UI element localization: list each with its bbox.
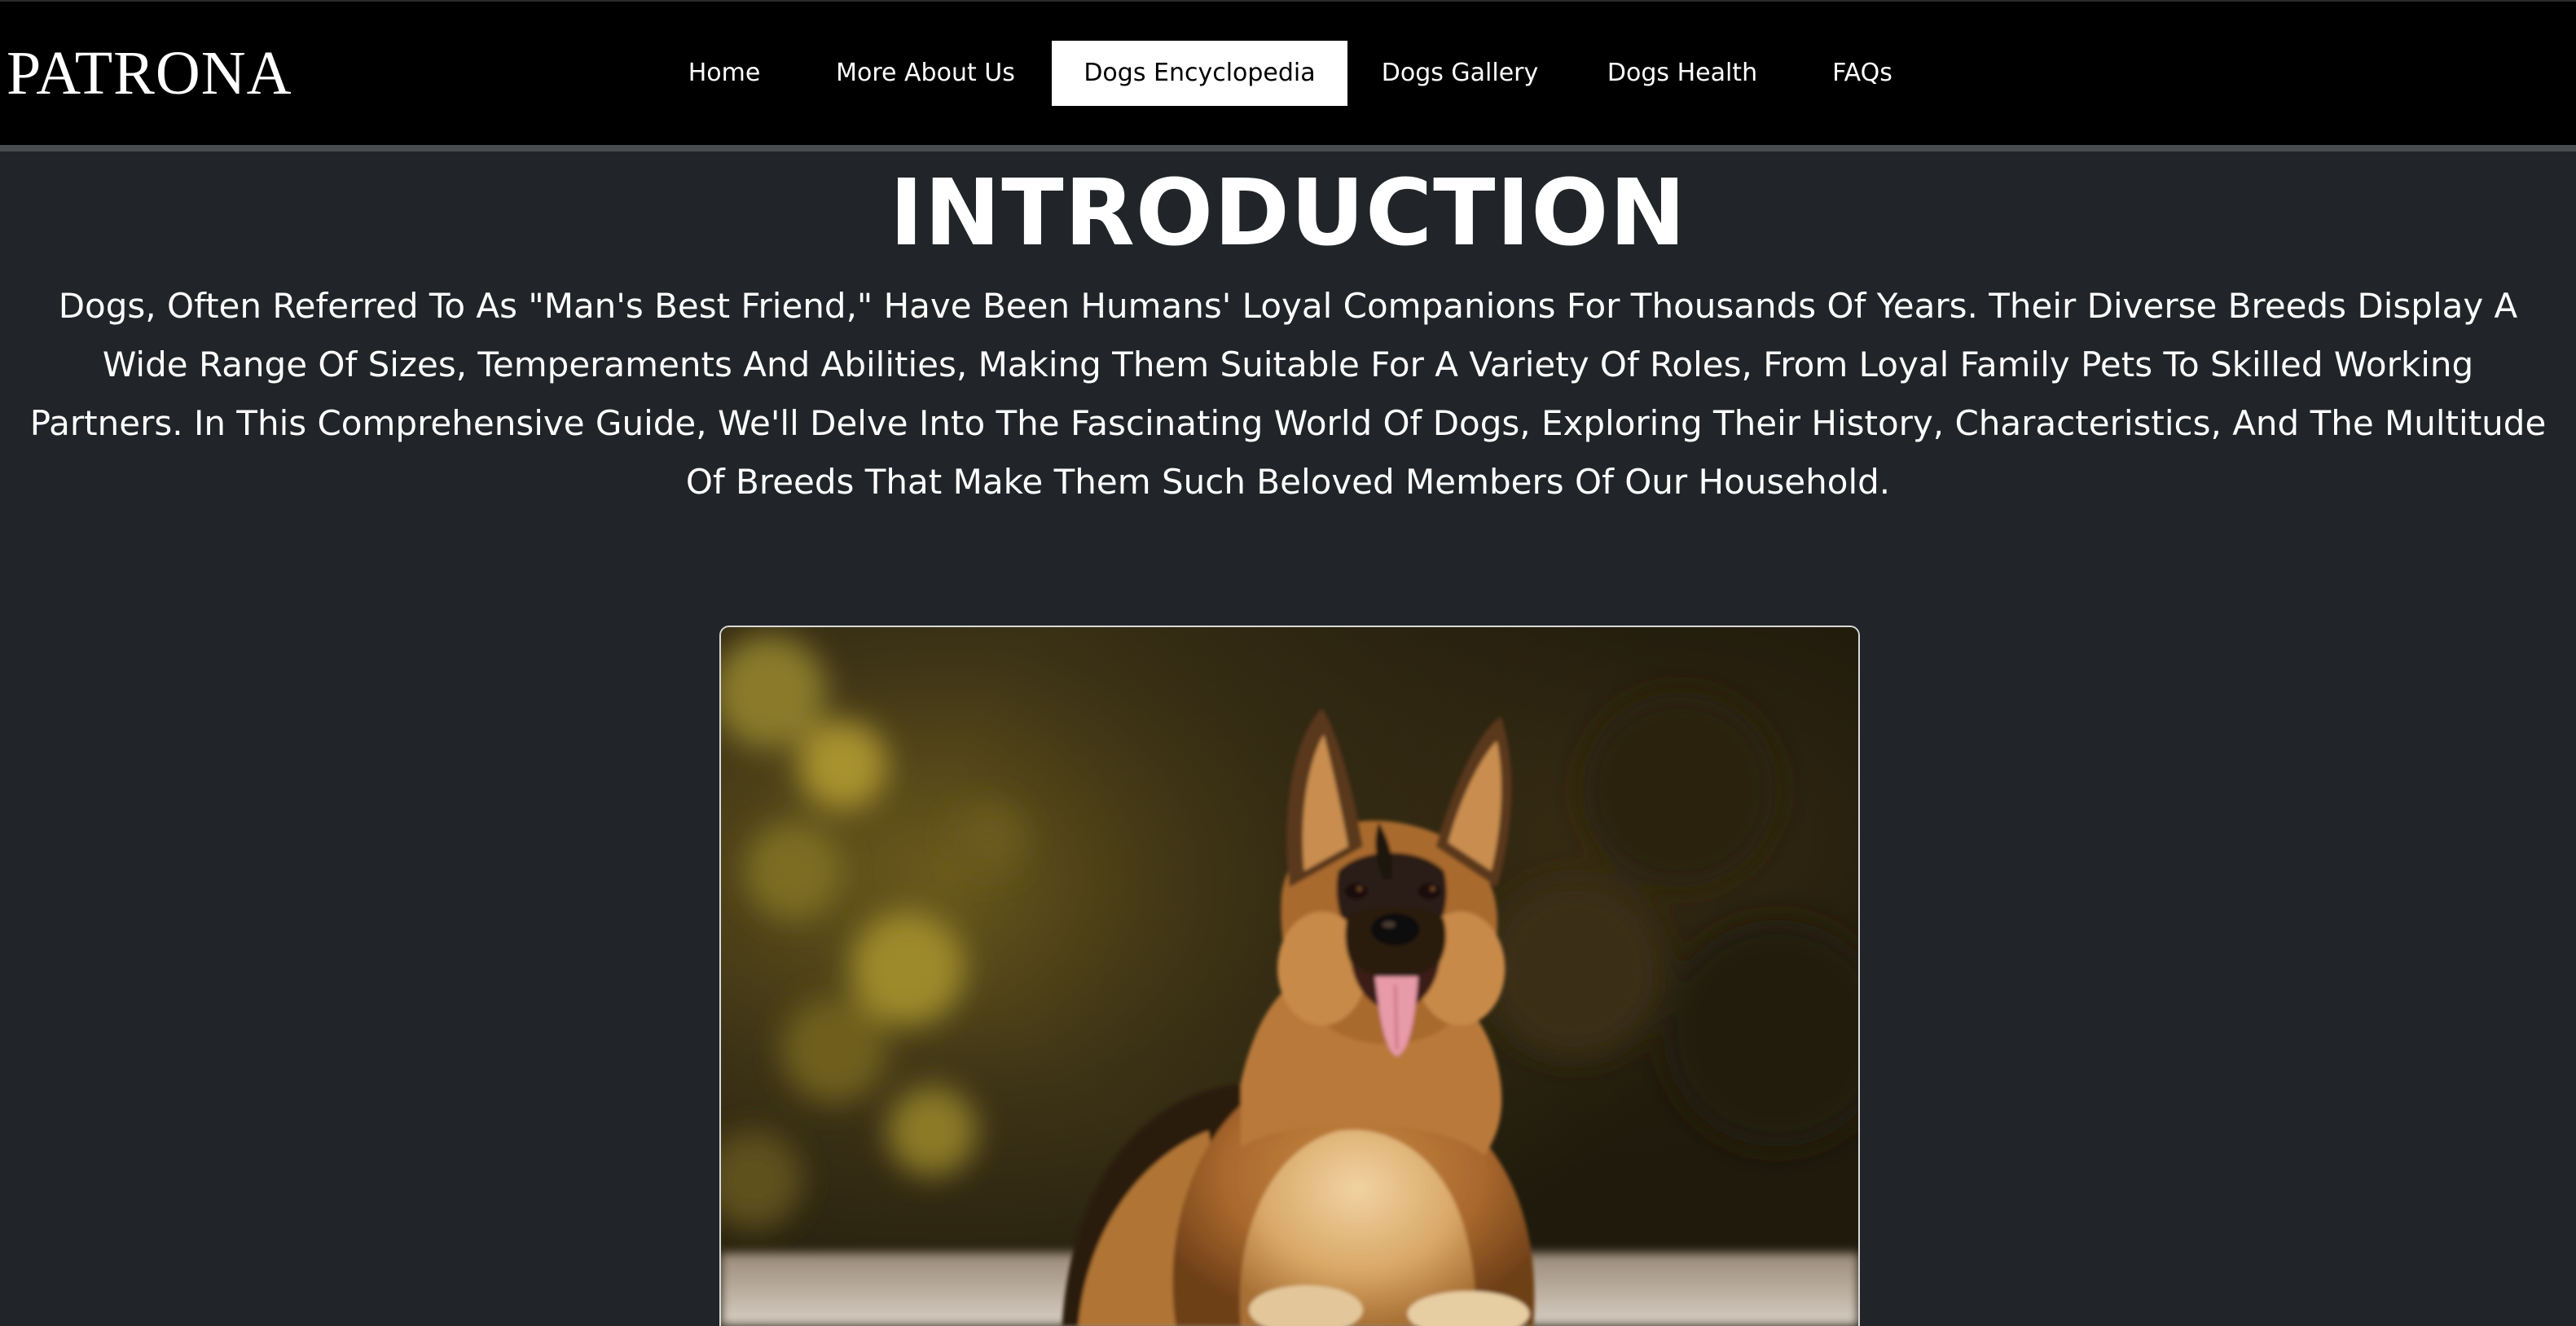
navbar-divider <box>0 145 2576 151</box>
nav-item-more-about-us[interactable]: More About Us <box>810 41 1041 106</box>
nav-item-home[interactable]: Home <box>666 41 782 106</box>
nav-item-dogs-gallery[interactable]: Dogs Gallery <box>1372 41 1548 106</box>
dog-photo-card <box>719 626 1860 1326</box>
nav-item-dogs-health[interactable]: Dogs Health <box>1597 41 1768 106</box>
page-title: INTRODUCTION <box>889 160 1687 266</box>
nav-item-dogs-encyclopedia[interactable]: Dogs Encyclopedia <box>1052 41 1347 106</box>
german-shepherd-photo <box>721 627 1858 1326</box>
top-navbar: PATRONA Home More About Us Dogs Encyclop… <box>0 0 2576 145</box>
intro-paragraph: Dogs, Often Referred To As "Man's Best F… <box>29 286 2547 502</box>
nav-item-faqs[interactable]: FAQs <box>1813 41 1911 106</box>
main-nav: Home More About Us Dogs Encyclopedia Dog… <box>0 2 2576 147</box>
